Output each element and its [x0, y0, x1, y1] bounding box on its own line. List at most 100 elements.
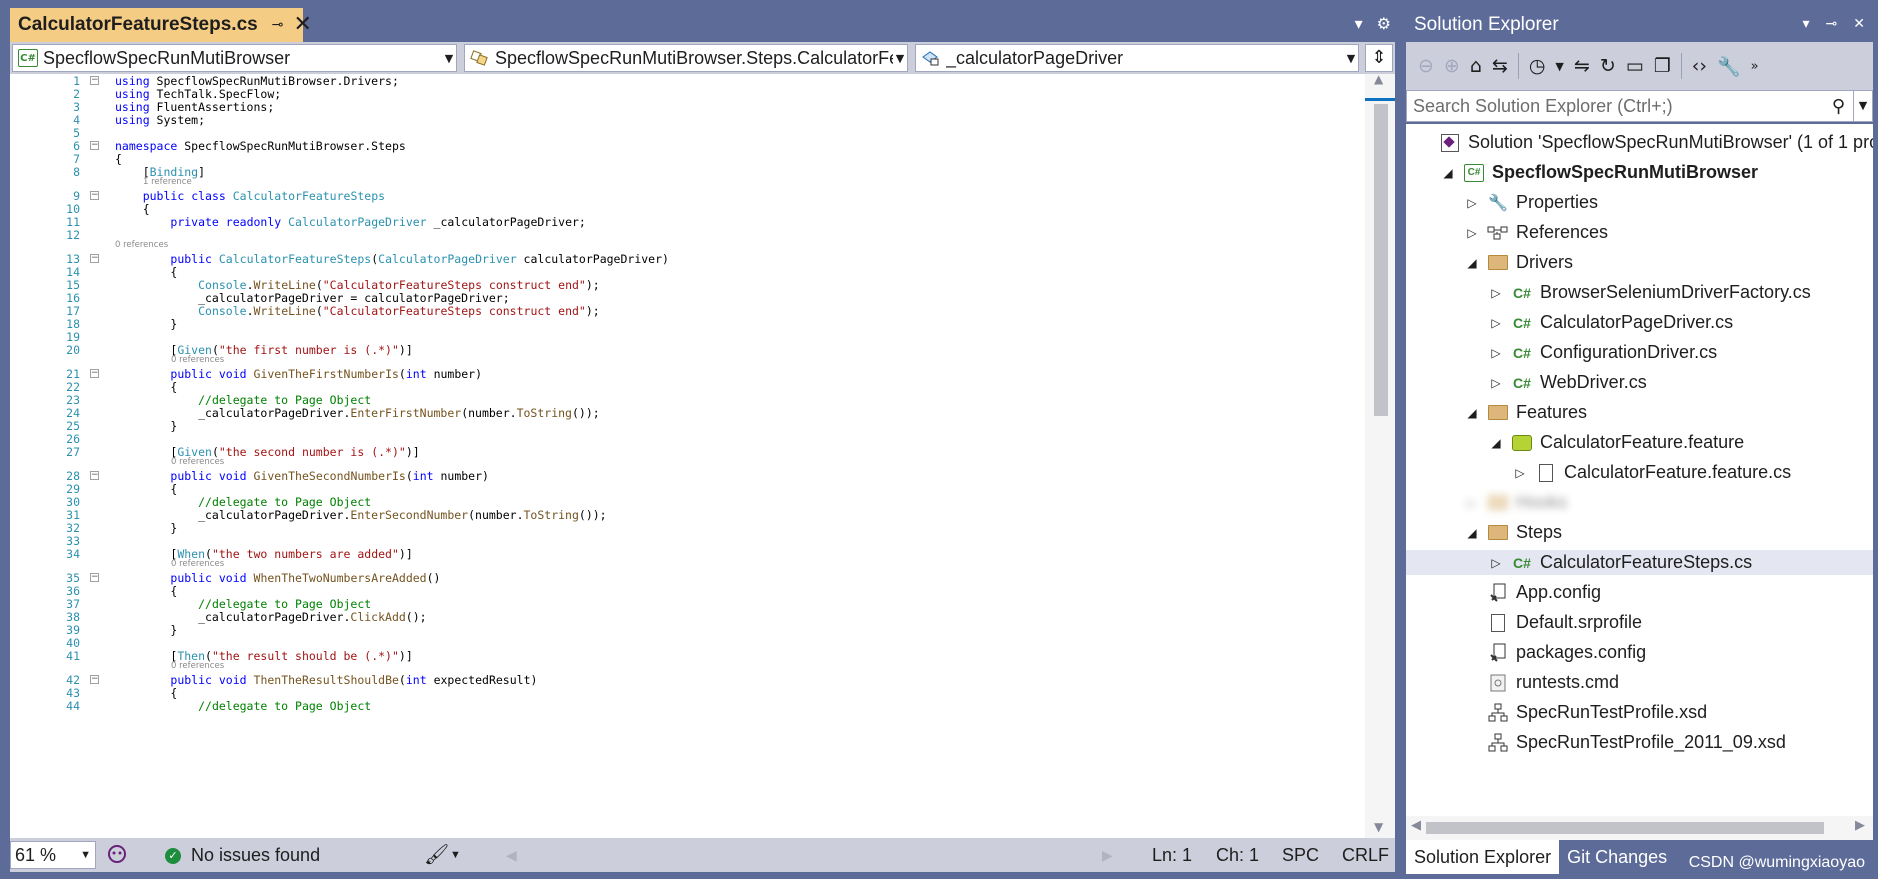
view-code-icon[interactable]: ‹›	[1692, 55, 1707, 77]
collapse-region-icon[interactable]: −	[90, 369, 99, 378]
code-line[interactable]: {	[115, 380, 177, 394]
code-line[interactable]: using System;	[115, 113, 205, 127]
code-line[interactable]: _calculatorPageDriver.ClickAdd();	[115, 610, 427, 624]
code-line[interactable]: using TechTalk.SpecFlow;	[115, 87, 281, 101]
tree-item[interactable]: packages.config	[1406, 640, 1873, 665]
tree-item[interactable]: ▷ C# CalculatorFeatureSteps.cs	[1406, 550, 1873, 575]
search-input[interactable]: Search Solution Explorer (Ctrl+;)	[1413, 96, 1832, 117]
back-icon[interactable]: ⊖	[1418, 55, 1434, 77]
expand-arrow-icon[interactable]: ▷	[1486, 286, 1506, 300]
expand-arrow-icon[interactable]: ▷	[1486, 346, 1506, 360]
collapse-region-icon[interactable]: −	[90, 675, 99, 684]
scroll-right-icon[interactable]: ▶	[1855, 818, 1865, 833]
tree-item[interactable]: ▷ C# CalculatorPageDriver.cs	[1406, 310, 1873, 335]
project-dropdown[interactable]: C# SpecflowSpecRunMutiBrowser ▼	[12, 44, 457, 72]
tree-item[interactable]: SpecRunTestProfile.xsd	[1406, 700, 1873, 725]
tree-item[interactable]: ▷ C# ConfigurationDriver.cs	[1406, 340, 1873, 365]
search-options-dropdown-icon[interactable]: ▼	[1853, 91, 1872, 121]
code-line[interactable]: public void ThenTheResultShouldBe(int ex…	[115, 673, 537, 687]
scroll-left-icon[interactable]: ◀	[1411, 818, 1421, 833]
search-icon[interactable]: ⚲	[1832, 96, 1845, 117]
expand-arrow-icon[interactable]: ▷	[1486, 556, 1506, 570]
code-line[interactable]: using FluentAssertions;	[115, 100, 274, 114]
code-line[interactable]: {	[115, 584, 177, 598]
tree-item[interactable]: ◢ CalculatorFeature.feature	[1406, 430, 1873, 455]
tree-item[interactable]: ◢ Features	[1406, 400, 1873, 425]
code-lens-references[interactable]: 1 reference	[143, 177, 192, 187]
scroll-thumb[interactable]	[1426, 822, 1824, 834]
code-line[interactable]: [Given("the first number is (.*)")]	[115, 343, 412, 357]
code-line[interactable]: {	[115, 482, 177, 496]
code-lens-references[interactable]: 0 references	[171, 355, 224, 365]
code-line[interactable]: {	[115, 265, 177, 279]
close-icon[interactable]: ✕	[1853, 15, 1865, 32]
expand-arrow-icon[interactable]: ▷	[1462, 196, 1482, 210]
expand-arrow-icon[interactable]: ▷	[1486, 316, 1506, 330]
solution-explorer-search[interactable]: Search Solution Explorer (Ctrl+;) ⚲ ▼	[1406, 90, 1873, 122]
close-tab-icon[interactable]: ✕	[293, 14, 311, 36]
tree-item[interactable]: ▷ References	[1406, 220, 1873, 245]
code-area[interactable]: using SpecflowSpecRunMutiBrowser.Drivers…	[115, 74, 1357, 838]
type-dropdown[interactable]: SpecflowSpecRunMutiBrowser.Steps.Calcula…	[464, 44, 908, 72]
next-issue-icon[interactable]: ▶	[1102, 847, 1113, 864]
collapse-region-icon[interactable]: −	[90, 141, 99, 150]
tree-item[interactable]: ◢ Steps	[1406, 520, 1873, 545]
column-indicator[interactable]: Ch: 1	[1216, 845, 1259, 866]
tree-item[interactable]: ▷ CalculatorFeature.feature.cs	[1406, 460, 1873, 485]
tab-solution-explorer[interactable]: Solution Explorer	[1406, 840, 1560, 874]
scroll-up-icon[interactable]: ▲	[1374, 74, 1383, 86]
code-line[interactable]: public void GivenTheFirstNumberIs(int nu…	[115, 367, 482, 381]
code-lens-references[interactable]: 0 references	[171, 559, 224, 569]
code-line[interactable]: }	[115, 419, 177, 433]
code-line[interactable]: Console.WriteLine("CalculatorFeatureStep…	[115, 304, 600, 318]
code-line[interactable]: _calculatorPageDriver = calculatorPageDr…	[115, 291, 510, 305]
collapse-region-icon[interactable]: −	[90, 76, 99, 85]
tree-item[interactable]: ◢ Drivers	[1406, 250, 1873, 275]
code-line[interactable]: //delegate to Page Object	[115, 597, 371, 611]
collapse-all-icon[interactable]: ▭	[1626, 55, 1644, 77]
code-lens-references[interactable]: 0 references	[171, 457, 224, 467]
line-ending-indicator[interactable]: CRLF	[1342, 845, 1389, 866]
code-line[interactable]: //delegate to Page Object	[115, 699, 371, 713]
panel-options-icon[interactable]: ▾	[1803, 15, 1810, 32]
scroll-down-icon[interactable]: ▼	[1374, 820, 1383, 834]
code-line[interactable]: _calculatorPageDriver.EnterFirstNumber(n…	[115, 406, 600, 420]
overflow-chevron-icon[interactable]: »	[1751, 59, 1759, 74]
refresh-icon[interactable]: ↻	[1600, 55, 1616, 77]
code-line[interactable]: [When("the two numbers are added")]	[115, 547, 412, 561]
code-line[interactable]: namespace SpecflowSpecRunMutiBrowser.Ste…	[115, 139, 406, 153]
code-line[interactable]: {	[115, 686, 177, 700]
collapse-arrow-icon[interactable]: ◢	[1462, 256, 1482, 270]
issues-indicator[interactable]: ✓ No issues found	[165, 845, 320, 866]
home-icon[interactable]: ⌂	[1470, 55, 1482, 77]
expand-arrow-icon[interactable]: ▷	[1486, 376, 1506, 390]
tree-item[interactable]: SpecRunTestProfile_2011_09.xsd	[1406, 730, 1873, 755]
collapse-region-icon[interactable]: −	[90, 573, 99, 582]
member-dropdown[interactable]: _calculatorPageDriver ▼	[915, 44, 1359, 72]
split-window-button[interactable]: ⇕	[1365, 44, 1393, 72]
code-line[interactable]: Console.WriteLine("CalculatorFeatureStep…	[115, 278, 600, 292]
collapse-region-icon[interactable]: −	[90, 471, 99, 480]
collapse-region-icon[interactable]: −	[90, 191, 99, 200]
chevron-down-icon[interactable]: ▼	[1555, 60, 1563, 73]
document-tab[interactable]: CalculatorFeatureSteps.cs ⊸ ✕	[10, 8, 312, 42]
code-line[interactable]: {	[115, 202, 150, 216]
collapse-region-icon[interactable]: −	[90, 254, 99, 263]
zoom-dropdown[interactable]: 61 % ▼	[10, 841, 96, 869]
tab-git-changes[interactable]: Git Changes	[1559, 840, 1675, 874]
pending-changes-filter-icon[interactable]: ◷	[1529, 55, 1546, 77]
code-editor[interactable]: 1 2 3 4 5 6 7 8 9 10 11 12 13 14 15 16 17 18 19 20 21 22 23 24 2…	[10, 74, 1395, 838]
tree-item[interactable]: ▷ Hooks	[1406, 490, 1873, 515]
sync-with-document-icon[interactable]: ⇋	[1574, 55, 1590, 77]
code-lens-references[interactable]: 0 references	[171, 661, 224, 671]
tree-item[interactable]: ▷ 🔧 Properties	[1406, 190, 1873, 215]
tree-item[interactable]: Default.srprofile	[1406, 610, 1873, 635]
tree-item[interactable]: ▷ C# WebDriver.cs	[1406, 370, 1873, 395]
collapse-arrow-icon[interactable]: ◢	[1438, 166, 1458, 180]
show-all-files-icon[interactable]: ❐	[1654, 55, 1671, 77]
collapse-arrow-icon[interactable]: ◢	[1486, 436, 1506, 450]
tree-item[interactable]: runtests.cmd	[1406, 670, 1873, 695]
code-lens-references[interactable]: 0 references	[115, 240, 168, 250]
code-line[interactable]: }	[115, 521, 177, 535]
code-line[interactable]: private readonly CalculatorPageDriver _c…	[115, 215, 585, 229]
